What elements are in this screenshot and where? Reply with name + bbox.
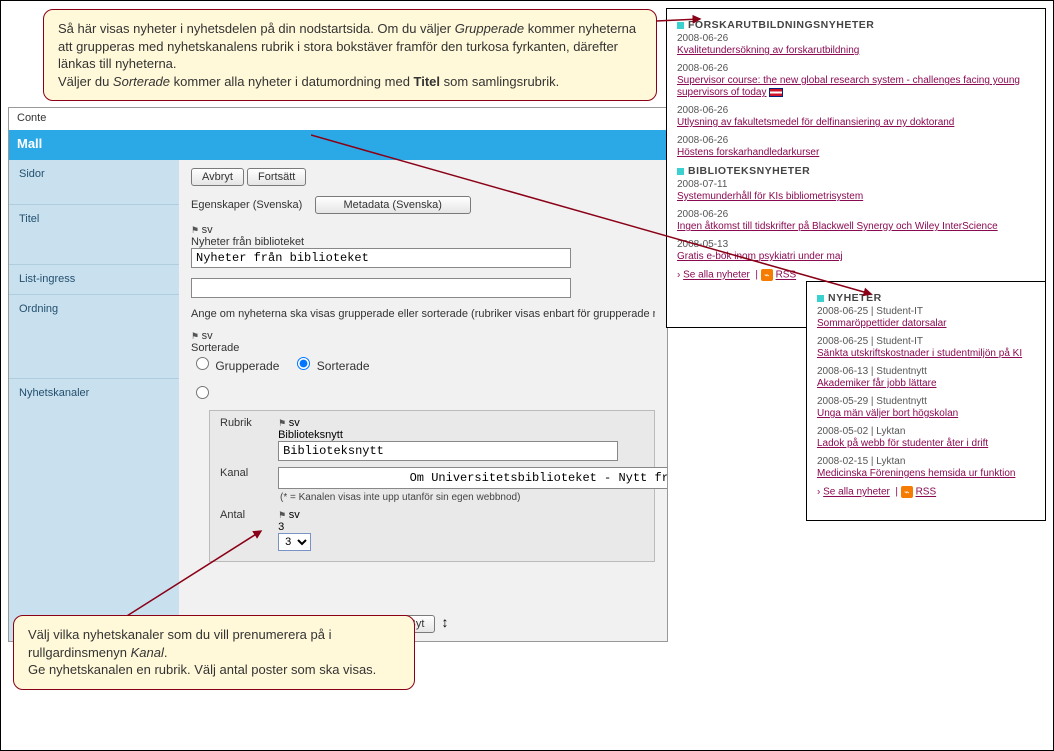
cms-tab[interactable]: Conte xyxy=(9,108,54,128)
lang-flag-icon: ⚑ xyxy=(278,510,286,520)
kanal-select[interactable] xyxy=(278,467,668,489)
continue-button[interactable]: Fortsätt xyxy=(247,168,306,186)
sidebar-item-listingress[interactable]: List-ingress xyxy=(9,264,179,294)
title-label: Nyheter från biblioteket xyxy=(191,236,304,248)
callout-top-em1: Grupperade xyxy=(455,21,524,36)
uk-flag-icon xyxy=(769,88,783,97)
news-link[interactable]: Akademiker får jobb lättare xyxy=(817,378,937,389)
resize-icon[interactable]: ↕ xyxy=(442,614,449,630)
kanal-footnote: (* = Kanalen visas inte upp utanför sin … xyxy=(280,492,644,503)
sidebar-item-nyhetskanaler[interactable]: Nyhetskanaler xyxy=(9,378,179,407)
lang-flag-icon: ⚑ xyxy=(278,418,286,428)
sidebar-item-sidor[interactable]: Sidor xyxy=(9,160,179,204)
callout-top: Så här visas nyheter i nyhetsdelen på di… xyxy=(43,9,657,101)
news-link[interactable]: Supervisor course: the new global resear… xyxy=(677,75,1020,98)
properties-label: Egenskaper (Svenska) xyxy=(191,199,302,211)
arrow-to-grouped xyxy=(656,11,706,31)
news-link[interactable]: Medicinska Föreningens hemsida ur funkti… xyxy=(817,468,1015,479)
news-link[interactable]: Ladok på webb för studenter åter i drift xyxy=(817,438,988,449)
callout-bottom-em: Kanal xyxy=(131,645,164,660)
callout-top-em2: Sorterade xyxy=(113,74,170,89)
lang-flag-icon: ⚑ xyxy=(191,225,199,235)
callout-top-text: Så här visas nyheter i nyhetsdelen på di… xyxy=(58,21,455,36)
antal-text: 3 xyxy=(278,521,284,533)
rubrik-text: Biblioteksnytt xyxy=(278,429,343,441)
cancel-button[interactable]: Avbryt xyxy=(191,168,244,186)
sorterade-label: Sorterade xyxy=(191,342,239,354)
callout-bottom: Välj vilka nyhetskanaler som du vill pre… xyxy=(13,615,415,690)
channel-box: Rubrik ⚑ sv Biblioteksnytt Kanal (* = Ka… xyxy=(209,410,655,562)
rubrik-input[interactable] xyxy=(278,441,618,461)
news-link[interactable]: Unga män väljer bort högskolan xyxy=(817,408,958,419)
antal-label: Antal xyxy=(220,509,275,521)
news-heading-forskar: FORSKARUTBILDNINGSNYHETER xyxy=(677,19,1035,31)
news-sorted-panel: NYHETER 2008-06-25 | Student-ITSommaröpp… xyxy=(806,281,1046,521)
antal-select[interactable]: 3 xyxy=(278,533,311,551)
radio-channel-select[interactable] xyxy=(191,390,212,402)
arrow-to-sorted xyxy=(311,119,881,309)
news-link[interactable]: Sommaröppettider datorsalar xyxy=(817,318,947,329)
sidebar-item-titel[interactable]: Titel xyxy=(9,204,179,264)
radio-sorterade[interactable]: Sorterade xyxy=(292,359,369,373)
news-link[interactable]: Kvalitetundersökning av forskarutbildnin… xyxy=(677,45,859,56)
news-link[interactable]: Sänkta utskriftskostnader i studentmiljö… xyxy=(817,348,1022,359)
radio-grupperade[interactable]: Grupperade xyxy=(191,359,279,373)
lang-flag-icon: ⚑ xyxy=(191,331,199,341)
rss-link[interactable]: RSS xyxy=(916,487,937,498)
callout-top-bold: Titel xyxy=(414,74,441,89)
ordering-description: Ange om nyheterna ska visas grupperade e… xyxy=(191,308,655,320)
kanal-label: Kanal xyxy=(220,467,275,479)
rubrik-label: Rubrik xyxy=(220,417,275,429)
chevron-icon: › xyxy=(817,487,820,498)
rss-icon[interactable]: ⌁ xyxy=(901,486,913,498)
sidebar-item-ordning[interactable]: Ordning xyxy=(9,294,179,378)
see-all-link[interactable]: Se alla nyheter xyxy=(823,487,890,498)
